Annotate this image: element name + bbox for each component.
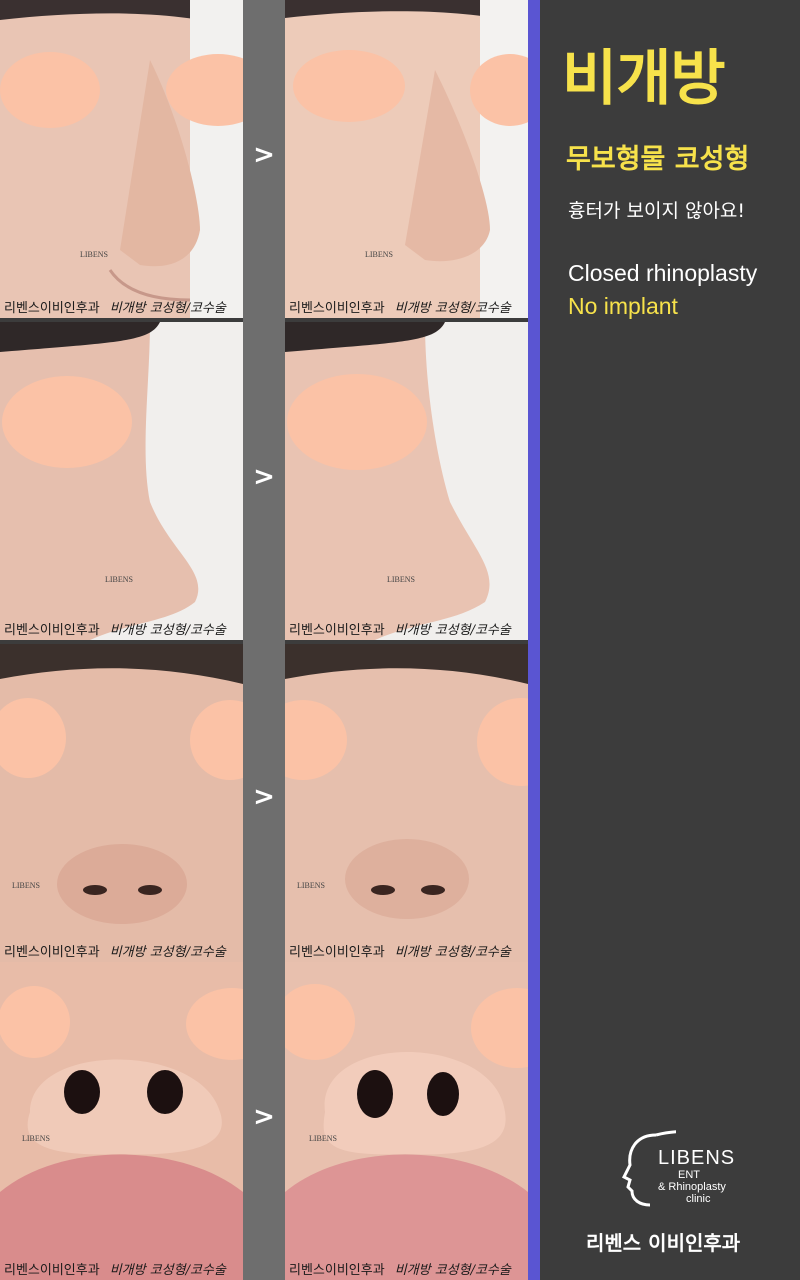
- brand-line-4: clinic: [686, 1193, 711, 1205]
- compare-arrow: >: [253, 140, 275, 170]
- after-photo-base: LIBENS 리벤스이비인후과 비개방 코성형/코수술: [285, 962, 528, 1280]
- photo-watermark: 리벤스이비인후과 비개방 코성형/코수술: [289, 945, 511, 960]
- before-photo-profile: LIBENS 리벤스이비인후과 비개방 코성형/코수술: [0, 322, 243, 640]
- page-subtitle: 무보형물 코성형: [566, 144, 750, 175]
- accent-bar: [528, 0, 540, 1280]
- page-title: 비개방: [562, 44, 726, 114]
- photo-watermark: 리벤스이비인후과 비개방 코성형/코수술: [4, 301, 226, 316]
- english-description: Closed rhinoplasty: [568, 260, 758, 286]
- photo-watermark: 리벤스이비인후과 비개방 코성형/코수술: [4, 945, 226, 960]
- photo-logo: LIBENS: [365, 250, 393, 259]
- brand-korean-name: 리벤스 이비인후과: [586, 1231, 741, 1255]
- before-photo-front: LIBENS 리벤스이비인후과 비개방 코성형/코수술: [0, 644, 243, 962]
- before-photo-side: LIBENS 리벤스이비인후과 비개방 코성형/코수술: [0, 0, 243, 318]
- before-photo-base: LIBENS 리벤스이비인후과 비개방 코성형/코수술: [0, 962, 243, 1280]
- compare-arrow: >: [253, 462, 275, 492]
- brand-line-3: & Rhinoplasty: [658, 1181, 726, 1193]
- comparison-separator: > > > >: [243, 0, 285, 1280]
- after-column: LIBENS 리벤스이비인후과 비개방 코성형/코수술 LIBENS 리벤스이비인…: [285, 0, 528, 1280]
- photo-logo: LIBENS: [105, 575, 133, 584]
- after-photo-front: LIBENS 리벤스이비인후과 비개방 코성형/코수술: [285, 644, 528, 962]
- photo-watermark: 리벤스이비인후과 비개방 코성형/코수술: [4, 623, 226, 638]
- before-column: LIBENS 리벤스이비인후과 비개방 코성형/코수술 LIBENS 리벤스이비인…: [0, 0, 243, 1280]
- compare-arrow: >: [253, 1102, 275, 1132]
- photo-watermark: 리벤스이비인후과 비개방 코성형/코수술: [289, 301, 511, 316]
- photo-logo: LIBENS: [12, 881, 40, 890]
- tagline: 흉터가 보이지 않아요!: [568, 200, 746, 222]
- photo-watermark: 리벤스이비인후과 비개방 코성형/코수술: [289, 1263, 511, 1278]
- before-after-page: LIBENS 리벤스이비인후과 비개방 코성형/코수술 LIBENS 리벤스이비인…: [0, 0, 800, 1280]
- photo-logo: LIBENS: [387, 575, 415, 584]
- photo-watermark: 리벤스이비인후과 비개방 코성형/코수술: [289, 623, 511, 638]
- english-highlight: No implant: [568, 293, 678, 319]
- brand-logo: LIBENS ENT & Rhinoplasty clinic: [616, 1125, 736, 1215]
- photo-logo: LIBENS: [80, 250, 108, 259]
- photo-logo: LIBENS: [22, 1134, 50, 1143]
- photo-logo: LIBENS: [297, 881, 325, 890]
- after-photo-side: LIBENS 리벤스이비인후과 비개방 코성형/코수술: [285, 0, 528, 318]
- brand-line-2: ENT: [678, 1169, 700, 1181]
- photo-watermark: 리벤스이비인후과 비개방 코성형/코수술: [4, 1263, 226, 1278]
- compare-arrow: >: [253, 782, 275, 812]
- face-profile-icon: [621, 1130, 676, 1207]
- after-photo-profile: LIBENS 리벤스이비인후과 비개방 코성형/코수술: [285, 322, 528, 640]
- photo-logo: LIBENS: [309, 1134, 337, 1143]
- info-panel: 비개방 무보형물 코성형 흉터가 보이지 않아요! Closed rhinopl…: [540, 0, 800, 1280]
- brand-name: LIBENS: [658, 1147, 736, 1169]
